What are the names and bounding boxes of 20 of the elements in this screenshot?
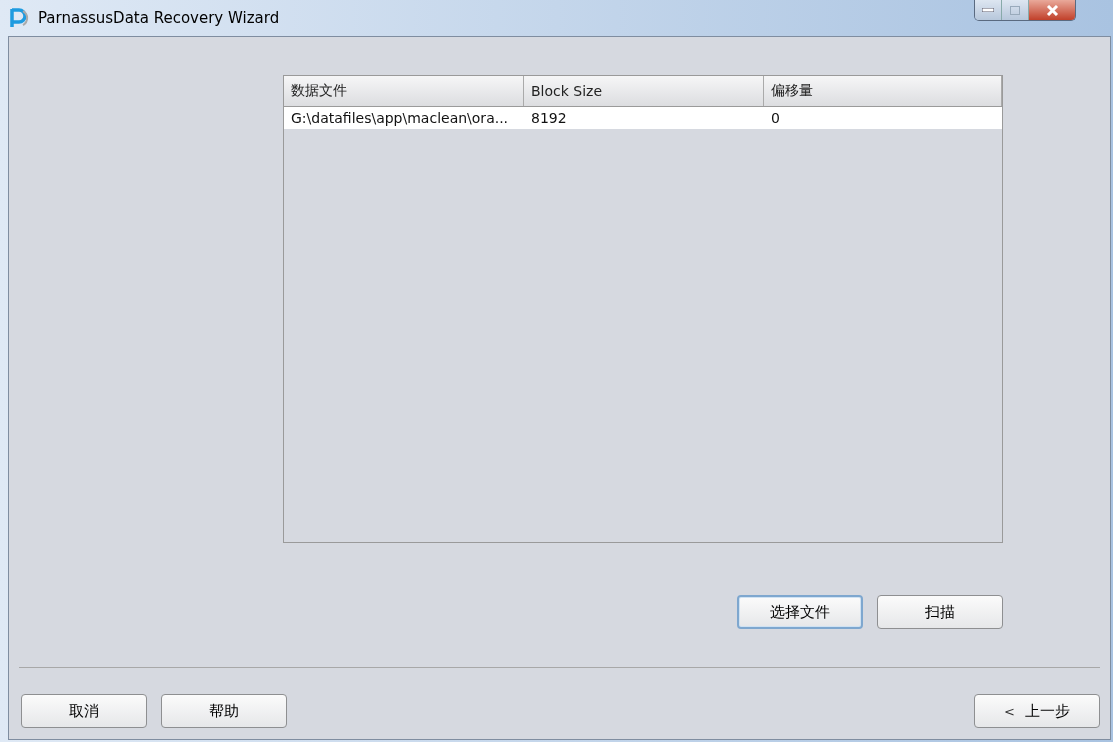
column-header[interactable]: 数据文件	[284, 76, 524, 106]
close-icon	[1045, 4, 1059, 16]
maximize-icon	[1010, 5, 1020, 15]
column-header[interactable]: 偏移量	[764, 76, 1002, 106]
window-title: ParnassusData Recovery Wizard	[38, 9, 280, 27]
chevron-left-icon: <	[1004, 703, 1015, 719]
close-button[interactable]	[1028, 0, 1075, 20]
maximize-button[interactable]	[1001, 0, 1028, 20]
column-header[interactable]: Block Size	[524, 76, 764, 106]
table-cell-text: G:\datafiles\app\maclean\ora...	[290, 109, 510, 128]
help-button[interactable]: 帮助	[161, 694, 287, 728]
app-logo-icon	[8, 7, 30, 29]
minimize-button[interactable]	[975, 0, 1001, 20]
cancel-button[interactable]: 取消	[21, 694, 147, 728]
minimize-icon	[982, 8, 994, 12]
table-cell-text: 0	[770, 109, 781, 128]
table-cell-text: 8192	[530, 109, 568, 128]
back-button[interactable]: < 上一步	[974, 694, 1100, 728]
select-file-button[interactable]: 选择文件	[737, 595, 863, 629]
scan-button[interactable]: 扫描	[877, 595, 1003, 629]
